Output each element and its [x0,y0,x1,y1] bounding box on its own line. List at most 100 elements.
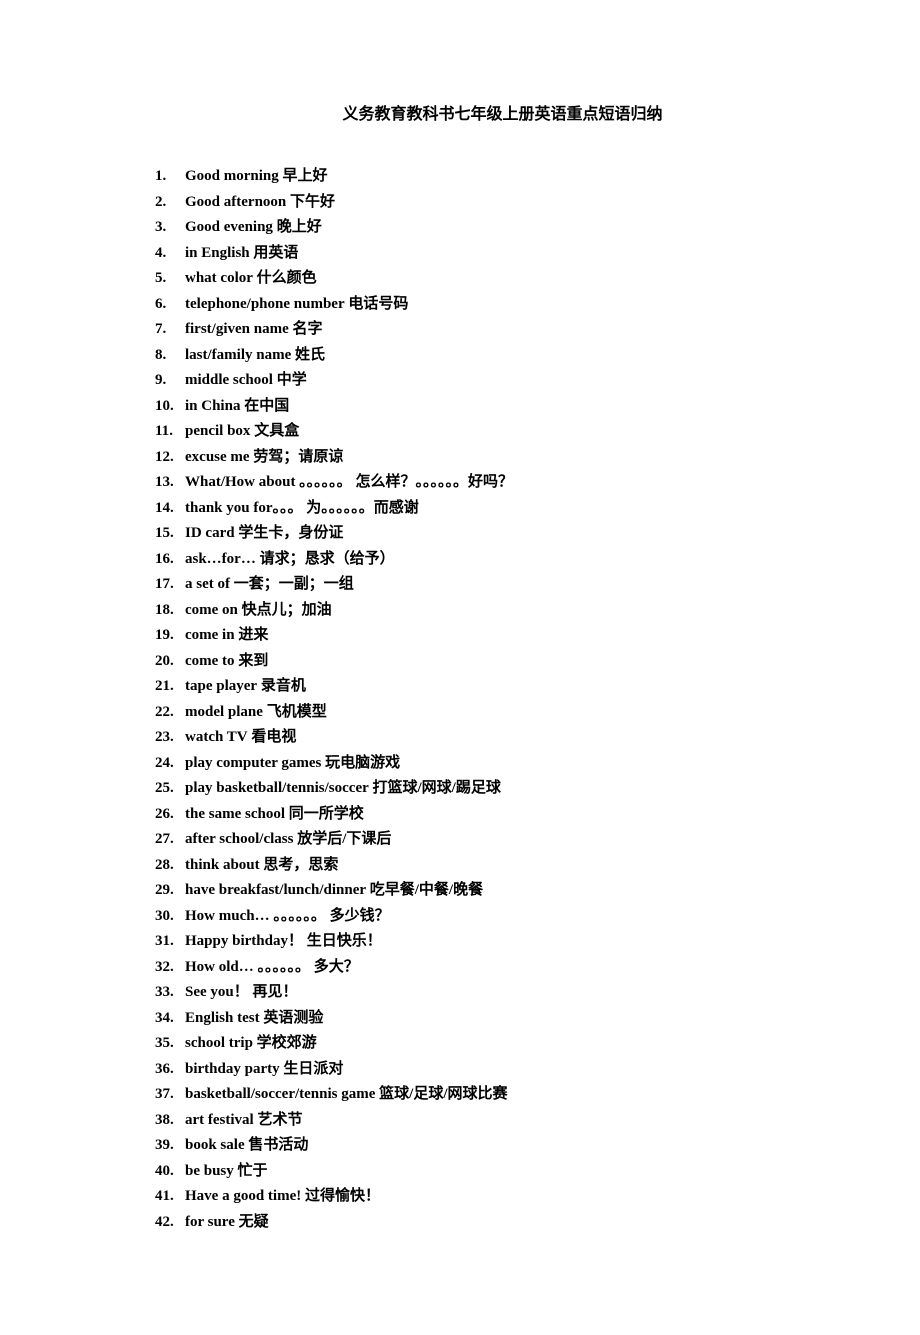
chinese-translation: 劳驾；请原谅 [253,449,343,465]
chinese-translation: 录音机 [261,678,306,694]
chinese-translation: 来到 [238,653,268,669]
english-phrase: excuse me [185,449,250,465]
chinese-translation: 一套；一副；一组 [234,576,354,592]
english-phrase: pencil box [185,423,250,439]
phrase-list: Good morning 早上好Good afternoon 下午好Good e… [155,164,800,1235]
english-phrase: have breakfast/lunch/dinner [185,882,366,898]
chinese-translation: 用英语 [253,245,298,261]
list-item: telephone/phone number 电话号码 [155,292,800,318]
english-phrase: model plane [185,704,263,720]
english-phrase: the same school [185,806,285,822]
list-item: first/given name 名字 [155,317,800,343]
list-item: after school/class 放学后/下课后 [155,827,800,853]
english-phrase: ID card [185,525,235,541]
list-item: book sale 售书活动 [155,1133,800,1159]
list-item: what color 什么颜色 [155,266,800,292]
list-item: Good afternoon 下午好 [155,190,800,216]
chinese-translation: 姓氏 [295,347,325,363]
list-item: art festival 艺术节 [155,1108,800,1134]
list-item: What/How about 。。。。。。 怎么样？。。。。。。好吗？ [155,470,800,496]
chinese-translation: 售书活动 [248,1137,308,1153]
list-item: for sure 无疑 [155,1210,800,1236]
chinese-translation: 艺术节 [257,1112,302,1128]
english-phrase: watch TV [185,729,248,745]
english-phrase: Good evening [185,219,273,235]
chinese-translation: 生日快乐！ [307,933,382,949]
chinese-translation: 放学后/下课后 [297,831,391,847]
chinese-translation: 名字 [292,321,322,337]
list-item: in China 在中国 [155,394,800,420]
chinese-translation: 思考，思索 [263,857,338,873]
chinese-translation: 下午好 [290,194,335,210]
chinese-translation: 玩电脑游戏 [325,755,400,771]
english-phrase: be busy [185,1163,234,1179]
english-phrase: think about [185,857,260,873]
list-item: Have a good time! 过得愉快！ [155,1184,800,1210]
list-item: come to 来到 [155,649,800,675]
chinese-translation: 篮球/足球/网球比赛 [379,1086,507,1102]
list-item: play basketball/tennis/soccer 打篮球/网球/踢足球 [155,776,800,802]
list-item: pencil box 文具盒 [155,419,800,445]
chinese-translation: 无疑 [239,1214,269,1230]
english-phrase: thank you for。。。 [185,500,303,516]
english-phrase: last/family name [185,347,291,363]
list-item: think about 思考，思索 [155,853,800,879]
chinese-translation: 为。。。。。。而感谢 [306,500,419,516]
english-phrase: See you！ [185,984,249,1000]
chinese-translation: 生日派对 [283,1061,343,1077]
chinese-translation: 过得愉快！ [305,1188,380,1204]
english-phrase: school trip [185,1035,253,1051]
english-phrase: What/How about 。。。。。。 [185,474,352,490]
chinese-translation: 吃早餐/中餐/晚餐 [370,882,483,898]
chinese-translation: 忙于 [238,1163,268,1179]
list-item: in English 用英语 [155,241,800,267]
list-item: How much… 。。。。。。 多少钱？ [155,904,800,930]
chinese-translation: 请求；恳求（给予） [260,551,395,567]
chinese-translation: 学生卡，身份证 [238,525,343,541]
english-phrase: play basketball/tennis/soccer [185,780,369,796]
list-item: have breakfast/lunch/dinner 吃早餐/中餐/晚餐 [155,878,800,904]
english-phrase: for sure [185,1214,235,1230]
english-phrase: after school/class [185,831,293,847]
english-phrase: How old… 。。。。。。 [185,959,310,975]
english-phrase: tape player [185,678,257,694]
list-item: model plane 飞机模型 [155,700,800,726]
english-phrase: telephone/phone number [185,296,345,312]
list-item: last/family name 姓氏 [155,343,800,369]
list-item: Good morning 早上好 [155,164,800,190]
chinese-translation: 在中国 [244,398,289,414]
english-phrase: come to [185,653,235,669]
list-item: ask…for… 请求；恳求（给予） [155,547,800,573]
chinese-translation: 再见！ [253,984,298,1000]
english-phrase: in China [185,398,240,414]
list-item: thank you for。。。 为。。。。。。而感谢 [155,496,800,522]
chinese-translation: 打篮球/网球/踢足球 [373,780,501,796]
chinese-translation: 同一所学校 [289,806,364,822]
list-item: birthday party 生日派对 [155,1057,800,1083]
english-phrase: middle school [185,372,273,388]
chinese-translation: 什么颜色 [257,270,317,286]
list-item: Happy birthday！ 生日快乐！ [155,929,800,955]
chinese-translation: 快点儿；加油 [242,602,332,618]
list-item: come in 进来 [155,623,800,649]
list-item: play computer games 玩电脑游戏 [155,751,800,777]
english-phrase: Happy birthday！ [185,933,303,949]
english-phrase: How much… 。。。。。。 [185,908,326,924]
chinese-translation: 多少钱？ [330,908,390,924]
english-phrase: come in [185,627,235,643]
list-item: the same school 同一所学校 [155,802,800,828]
english-phrase: Good afternoon [185,194,286,210]
english-phrase: basketball/soccer/tennis game [185,1086,375,1102]
list-item: How old… 。。。。。。 多大？ [155,955,800,981]
english-phrase: birthday party [185,1061,280,1077]
english-phrase: art festival [185,1112,254,1128]
chinese-translation: 中学 [277,372,307,388]
english-phrase: in English [185,245,250,261]
chinese-translation: 晚上好 [277,219,322,235]
list-item: excuse me 劳驾；请原谅 [155,445,800,471]
list-item: Good evening 晚上好 [155,215,800,241]
english-phrase: ask…for… [185,551,256,567]
english-phrase: what color [185,270,253,286]
list-item: come on 快点儿；加油 [155,598,800,624]
chinese-translation: 英语测验 [263,1010,323,1026]
